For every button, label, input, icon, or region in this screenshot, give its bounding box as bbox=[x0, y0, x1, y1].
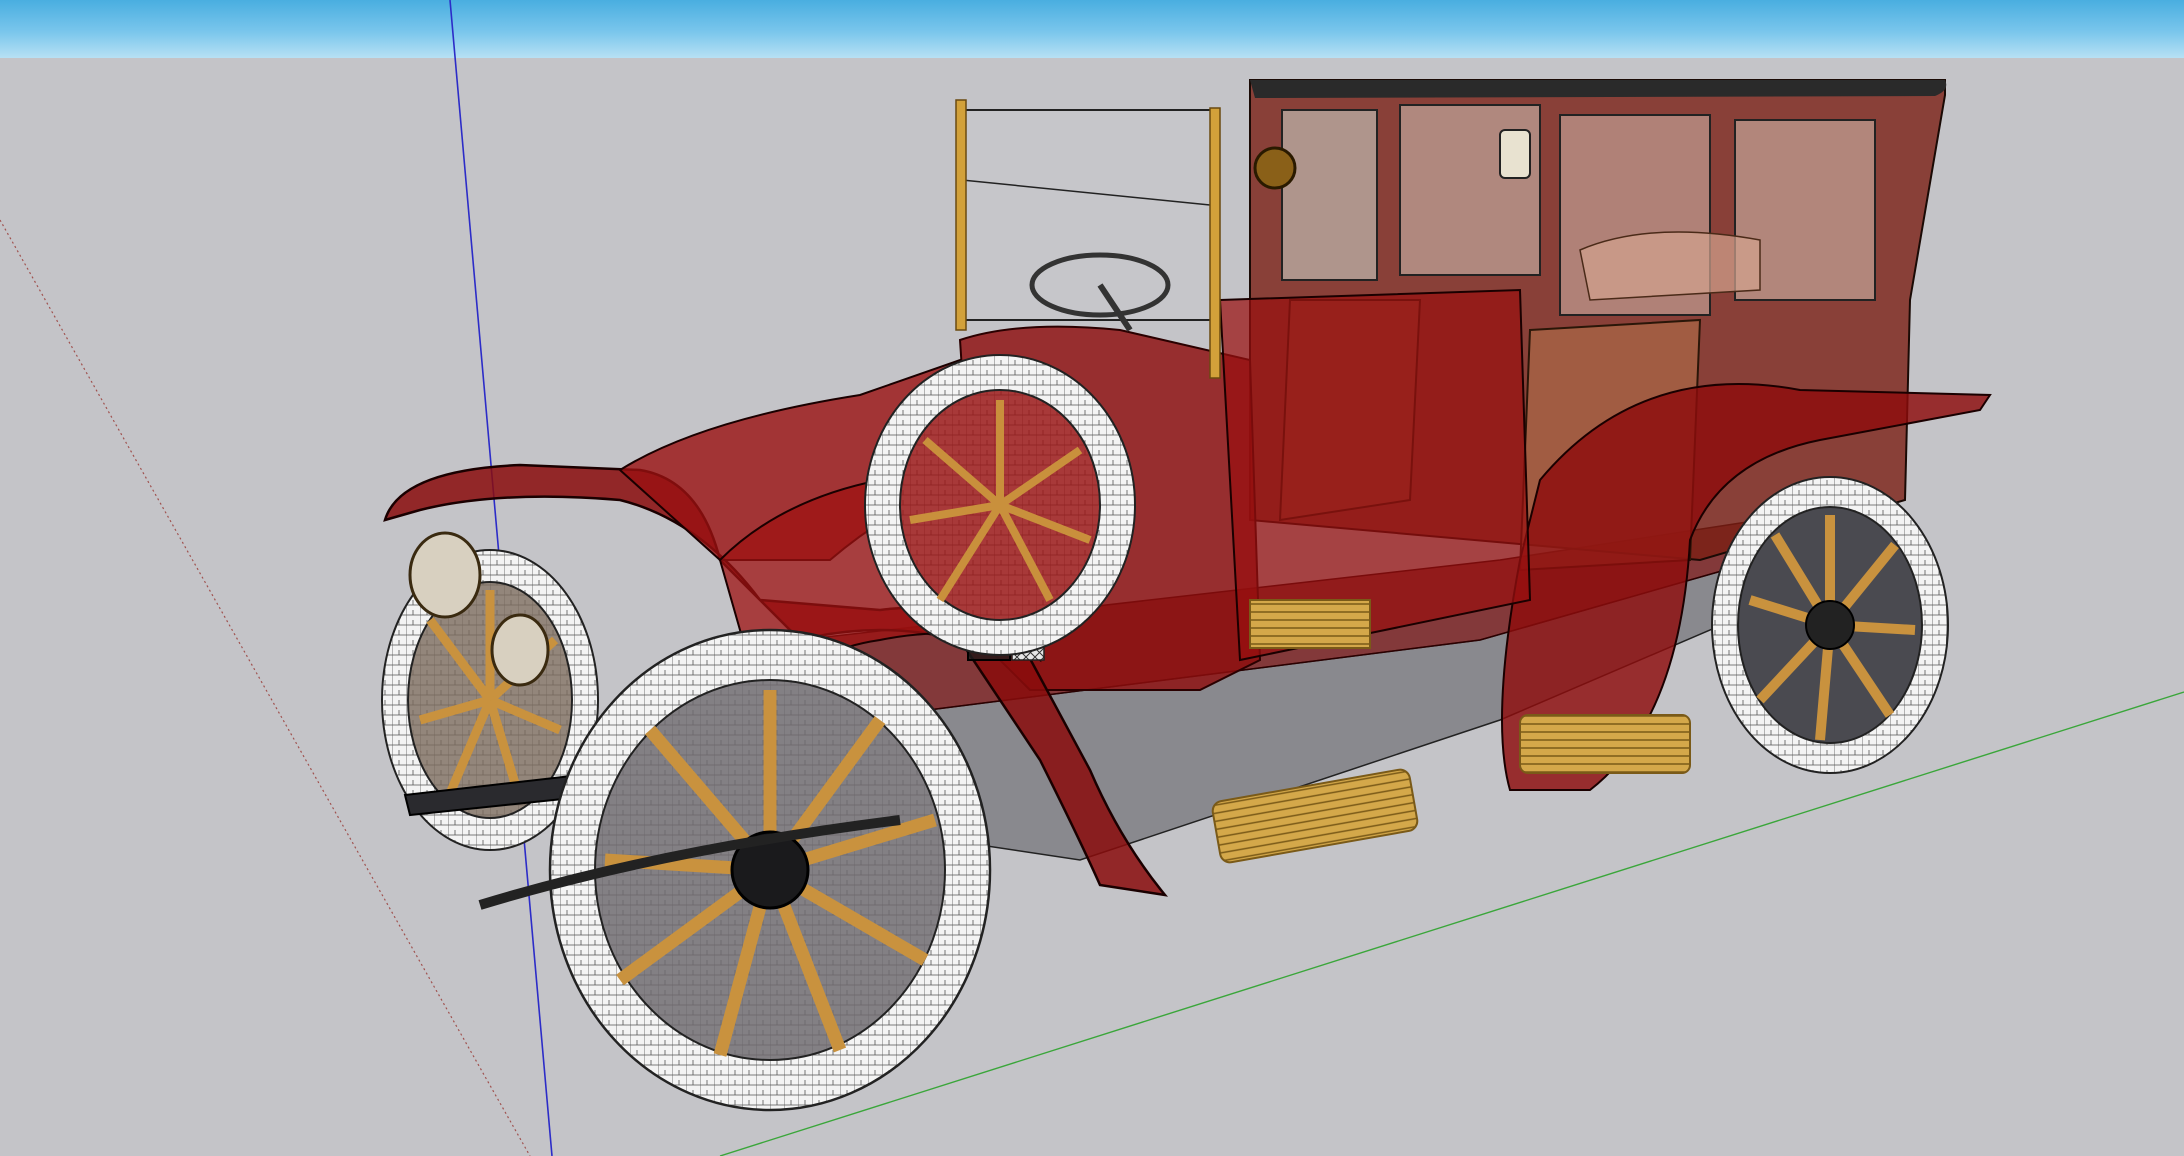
coach-lamp bbox=[1499, 129, 1531, 179]
headlamp-left bbox=[408, 531, 482, 619]
windshield-post-left bbox=[955, 99, 967, 331]
rear-step bbox=[1519, 714, 1691, 774]
cabin-window-1 bbox=[1281, 109, 1378, 281]
side-lamp-left bbox=[1253, 146, 1297, 190]
spare-wheel[interactable] bbox=[864, 354, 1136, 656]
headlamp-right bbox=[490, 613, 550, 687]
windshield-post-right bbox=[1209, 107, 1221, 379]
rear-right-wheel[interactable] bbox=[1711, 476, 1949, 774]
modeling-viewport[interactable] bbox=[0, 0, 2184, 1156]
scene-canvas[interactable] bbox=[0, 0, 2184, 1156]
front-floor-mat bbox=[1249, 599, 1371, 649]
